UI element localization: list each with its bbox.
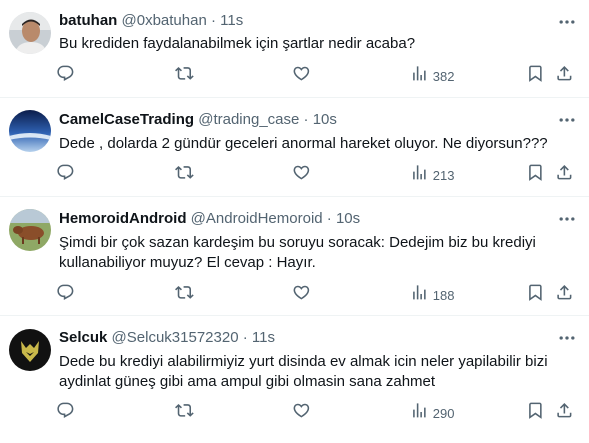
views-button[interactable]: 213 <box>410 163 454 187</box>
action-bar: 188 <box>52 283 589 307</box>
retweet-icon <box>175 283 194 307</box>
author-handle[interactable]: @Selcuk31572320 <box>112 329 239 346</box>
tweet-header: Selcuk @Selcuk31572320 · 11s <box>59 328 275 348</box>
timestamp[interactable]: 10s <box>313 111 337 128</box>
tweet[interactable]: batuhan @0xbatuhan · 11s Bu krediden fay… <box>0 0 589 98</box>
tweet-feed: batuhan @0xbatuhan · 11s Bu krediden fay… <box>0 0 589 443</box>
separator: · <box>242 329 248 346</box>
bookmark-icon <box>526 163 545 187</box>
more-dots-icon[interactable] <box>557 328 577 348</box>
like-heart-icon <box>292 64 311 88</box>
timestamp[interactable]: 10s <box>336 210 360 227</box>
more-dots-icon[interactable] <box>557 110 577 130</box>
bookmark-button[interactable] <box>526 163 545 187</box>
views-button[interactable]: 382 <box>410 64 454 88</box>
bookmark-button[interactable] <box>526 283 545 307</box>
retweet-icon <box>175 163 194 187</box>
views-button[interactable]: 290 <box>410 401 454 425</box>
like-button[interactable] <box>292 163 311 187</box>
avatar[interactable] <box>9 329 51 371</box>
share-button[interactable] <box>555 283 574 307</box>
views-bar-chart-icon <box>410 64 429 88</box>
reply-button[interactable] <box>56 64 75 88</box>
share-button[interactable] <box>555 64 574 88</box>
separator: · <box>303 111 309 128</box>
author-handle[interactable]: @0xbatuhan <box>122 12 207 29</box>
views-count: 290 <box>432 405 455 421</box>
tweet[interactable]: HemoroidAndroid @AndroidHemoroid · 10s Ş… <box>0 197 589 316</box>
tweet-text: Dede , dolarda 2 gündür geceleri anormal… <box>59 134 574 154</box>
tweet-text-line: kullanabiliyor muyuz? El cevap : Hayır. <box>59 254 316 271</box>
bookmark-button[interactable] <box>526 64 545 88</box>
like-button[interactable] <box>292 401 311 425</box>
avatar[interactable] <box>9 12 51 54</box>
tweet-text-line: Dede , dolarda 2 gündür geceleri anormal… <box>59 135 548 152</box>
reply-button[interactable] <box>56 163 75 187</box>
reply-button[interactable] <box>56 283 75 307</box>
like-heart-icon <box>292 401 311 425</box>
share-upload-icon <box>555 283 574 307</box>
like-heart-icon <box>292 283 311 307</box>
tweet-text: Bu krediden faydalanabilmek için şartlar… <box>59 34 574 54</box>
reply-button[interactable] <box>56 401 75 425</box>
author-name[interactable]: Selcuk <box>59 329 107 346</box>
views-count: 382 <box>432 68 455 84</box>
reply-icon <box>56 283 75 307</box>
share-upload-icon <box>555 163 574 187</box>
views-bar-chart-icon <box>410 283 429 307</box>
bookmark-icon <box>526 64 545 88</box>
author-handle[interactable]: @trading_case <box>198 111 299 128</box>
like-heart-icon <box>292 163 311 187</box>
reply-icon <box>56 401 75 425</box>
author-name[interactable]: batuhan <box>59 12 117 29</box>
views-count: 213 <box>432 167 455 183</box>
share-upload-icon <box>555 401 574 425</box>
tweet-header: CamelCaseTrading @trading_case · 10s <box>59 110 337 130</box>
action-bar: 382 <box>52 64 589 88</box>
views-count: 188 <box>432 287 455 303</box>
action-bar: 290 <box>52 401 589 425</box>
views-button[interactable]: 188 <box>410 283 454 307</box>
avatar[interactable] <box>9 209 51 251</box>
share-button[interactable] <box>555 401 574 425</box>
timestamp[interactable]: 11s <box>252 329 275 346</box>
bookmark-icon <box>526 401 545 425</box>
retweet-button[interactable] <box>175 283 194 307</box>
tweet[interactable]: Selcuk @Selcuk31572320 · 11s Dede bu kre… <box>0 316 589 443</box>
retweet-icon <box>175 64 194 88</box>
tweet-text: Şimdi bir çok sazan kardeşim bu soruyu s… <box>59 233 574 273</box>
views-bar-chart-icon <box>410 401 429 425</box>
author-name[interactable]: CamelCaseTrading <box>59 111 194 128</box>
retweet-button[interactable] <box>175 401 194 425</box>
bookmark-button[interactable] <box>526 401 545 425</box>
share-upload-icon <box>555 64 574 88</box>
avatar[interactable] <box>9 110 51 152</box>
more-dots-icon[interactable] <box>557 209 577 229</box>
author-name[interactable]: HemoroidAndroid <box>59 210 187 227</box>
tweet-text-line: Dede bu krediyi alabilirmiyiz yurt disin… <box>59 353 548 370</box>
like-button[interactable] <box>292 283 311 307</box>
bookmark-icon <box>526 283 545 307</box>
tweet-text: Dede bu krediyi alabilirmiyiz yurt disin… <box>59 352 574 392</box>
retweet-button[interactable] <box>175 163 194 187</box>
author-handle[interactable]: @AndroidHemoroid <box>191 210 323 227</box>
like-button[interactable] <box>292 64 311 88</box>
action-bar: 213 <box>52 163 589 187</box>
tweet-text-line: aydinlat güneş gibi ama ampul gibi olmas… <box>59 373 436 390</box>
tweet-text-line: Şimdi bir çok sazan kardeşim bu soruyu s… <box>59 234 536 251</box>
views-bar-chart-icon <box>410 163 429 187</box>
tweet[interactable]: CamelCaseTrading @trading_case · 10s Ded… <box>0 98 589 197</box>
tweet-header: HemoroidAndroid @AndroidHemoroid · 10s <box>59 209 360 229</box>
more-dots-icon[interactable] <box>557 12 577 32</box>
reply-icon <box>56 64 75 88</box>
tweet-header: batuhan @0xbatuhan · 11s <box>59 11 243 31</box>
reply-icon <box>56 163 75 187</box>
separator: · <box>326 210 332 227</box>
timestamp[interactable]: 11s <box>220 12 243 29</box>
retweet-icon <box>175 401 194 425</box>
tweet-text-line: Bu krediden faydalanabilmek için şartlar… <box>59 35 416 52</box>
separator: · <box>210 12 216 29</box>
share-button[interactable] <box>555 163 574 187</box>
retweet-button[interactable] <box>175 64 194 88</box>
